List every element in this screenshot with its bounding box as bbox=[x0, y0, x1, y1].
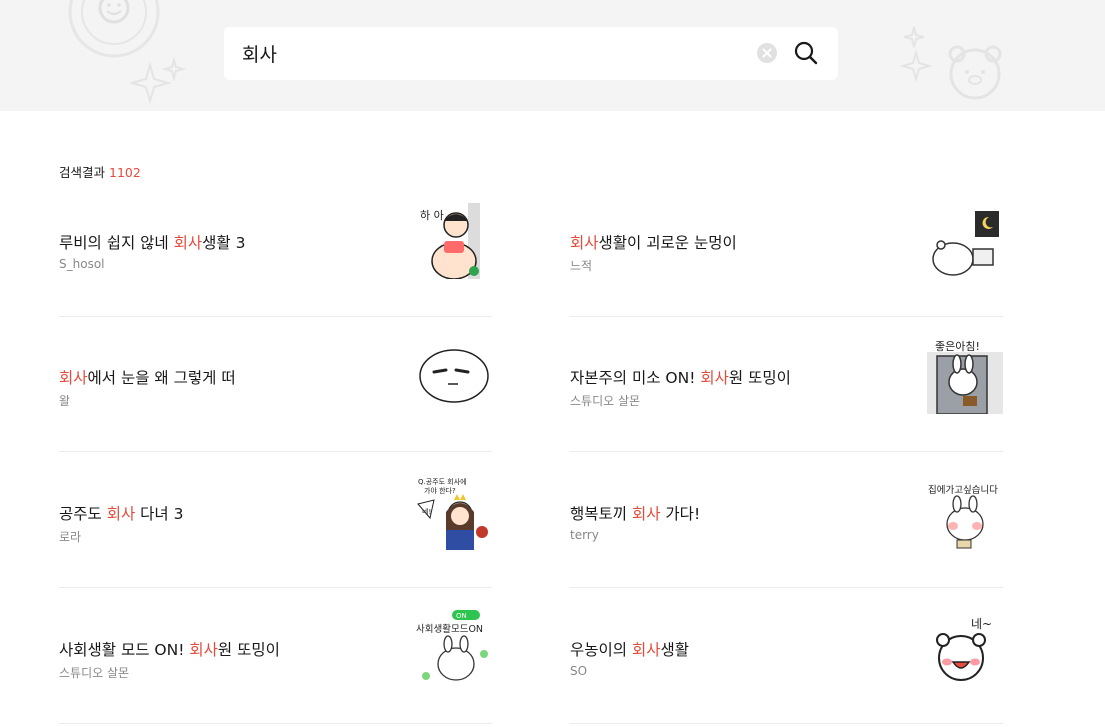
svg-text:ON: ON bbox=[456, 612, 467, 620]
svg-text:좋은아침!: 좋은아침! bbox=[935, 340, 980, 353]
bear-face-icon bbox=[948, 45, 1002, 100]
sticker-bunny-home-icon: 집에가고싶습니다 bbox=[928, 484, 998, 549]
sticker-princess-icon: Q.공주도 회사에 가야 한다? 네! bbox=[417, 477, 488, 550]
emoticon-title: 공주도 회사 다녀 3 bbox=[59, 505, 184, 523]
emoticon-title: 자본주의 미소 ON! 회사원 또밍이 bbox=[570, 369, 791, 387]
emoticon-author: 스튜디오 살몬 bbox=[59, 666, 130, 680]
sticker-rabbit-door-icon: 좋은아침! bbox=[927, 340, 1003, 414]
emoticon-list-item[interactable]: 우농이의 회사생활 SO 네~ bbox=[570, 589, 1003, 724]
sticker-bear-at-night-icon bbox=[932, 211, 999, 276]
sparkle-icon bbox=[900, 26, 933, 83]
emoticon-author: SO bbox=[570, 664, 588, 678]
search-bar bbox=[224, 27, 838, 80]
emoticon-author: 스튜디오 살몬 bbox=[570, 394, 641, 408]
emoticon-title: 우농이의 회사생활 bbox=[570, 641, 690, 659]
search-button[interactable] bbox=[792, 39, 820, 67]
emoticon-list-item[interactable]: 공주도 회사 다녀 3 로라 Q.공주도 회사에 가야 한다? 네! bbox=[59, 453, 492, 588]
search-input[interactable] bbox=[242, 27, 742, 80]
close-icon bbox=[762, 48, 772, 58]
sticker-bear-yes-icon: 네~ bbox=[936, 617, 992, 681]
emoticon-author: 로라 bbox=[59, 530, 82, 544]
sticker-rabbit-social-icon: ON 사회생활모드ON bbox=[416, 610, 488, 681]
svg-text:Q.공주도 회사에: Q.공주도 회사에 bbox=[418, 477, 467, 486]
emoticon-list-item[interactable]: 행복토끼 회사 가다! terry 집에가고싶습니다 bbox=[570, 453, 1003, 588]
emoticon-author: 왈 bbox=[59, 394, 71, 408]
emoticon-author: terry bbox=[570, 528, 599, 542]
emoticon-author: 느적 bbox=[570, 259, 593, 273]
result-count-number: 1102 bbox=[109, 165, 141, 180]
emoticon-list-item[interactable]: 사회생활 모드 ON! 회사원 또밍이 스튜디오 살몬 ON 사회생활모드ON bbox=[59, 589, 492, 724]
search-header bbox=[0, 0, 1105, 111]
svg-text:네~: 네~ bbox=[971, 617, 992, 631]
emoticon-title: 회사에서 눈을 왜 그렇게 떠 bbox=[59, 369, 236, 387]
sticker-blob-face-icon bbox=[419, 349, 489, 403]
emoticon-title: 행복토끼 회사 가다! bbox=[570, 505, 701, 523]
search-icon bbox=[794, 41, 818, 65]
emoticon-list-item[interactable]: 회사생활이 괴로운 눈멍이 느적 bbox=[570, 182, 1003, 317]
sticker-man-sighing-icon: 하 아 ... bbox=[420, 203, 480, 279]
emoticon-list-item[interactable]: 회사에서 눈을 왜 그렇게 떠 왈 bbox=[59, 317, 492, 452]
svg-text:네!: 네! bbox=[422, 507, 431, 516]
emoticon-author: S_hosol bbox=[59, 257, 105, 271]
svg-text:가야 한다?: 가야 한다? bbox=[424, 486, 456, 495]
emoticon-title: 회사생활이 괴로운 눈멍이 bbox=[570, 234, 737, 252]
emoticon-title: 사회생활 모드 ON! 회사원 또밍이 bbox=[59, 641, 280, 659]
emoticon-list-item[interactable]: 루비의 쉽지 않네 회사생활 3 S_hosol 하 아 ... bbox=[59, 182, 492, 317]
result-count-label: 검색결과 bbox=[59, 165, 106, 180]
emoticon-list-item[interactable]: 자본주의 미소 ON! 회사원 또밍이 스튜디오 살몬 좋은아침! bbox=[570, 317, 1003, 452]
search-result-count: 검색결과 1102 bbox=[59, 162, 141, 181]
sparkle-icon bbox=[130, 56, 187, 105]
svg-text:집에가고싶습니다: 집에가고싶습니다 bbox=[928, 484, 998, 496]
clear-search-button[interactable] bbox=[757, 43, 777, 63]
svg-text:사회생활모드ON: 사회생활모드ON bbox=[416, 623, 483, 635]
emoticon-title: 루비의 쉽지 않네 회사생활 3 bbox=[59, 234, 246, 252]
